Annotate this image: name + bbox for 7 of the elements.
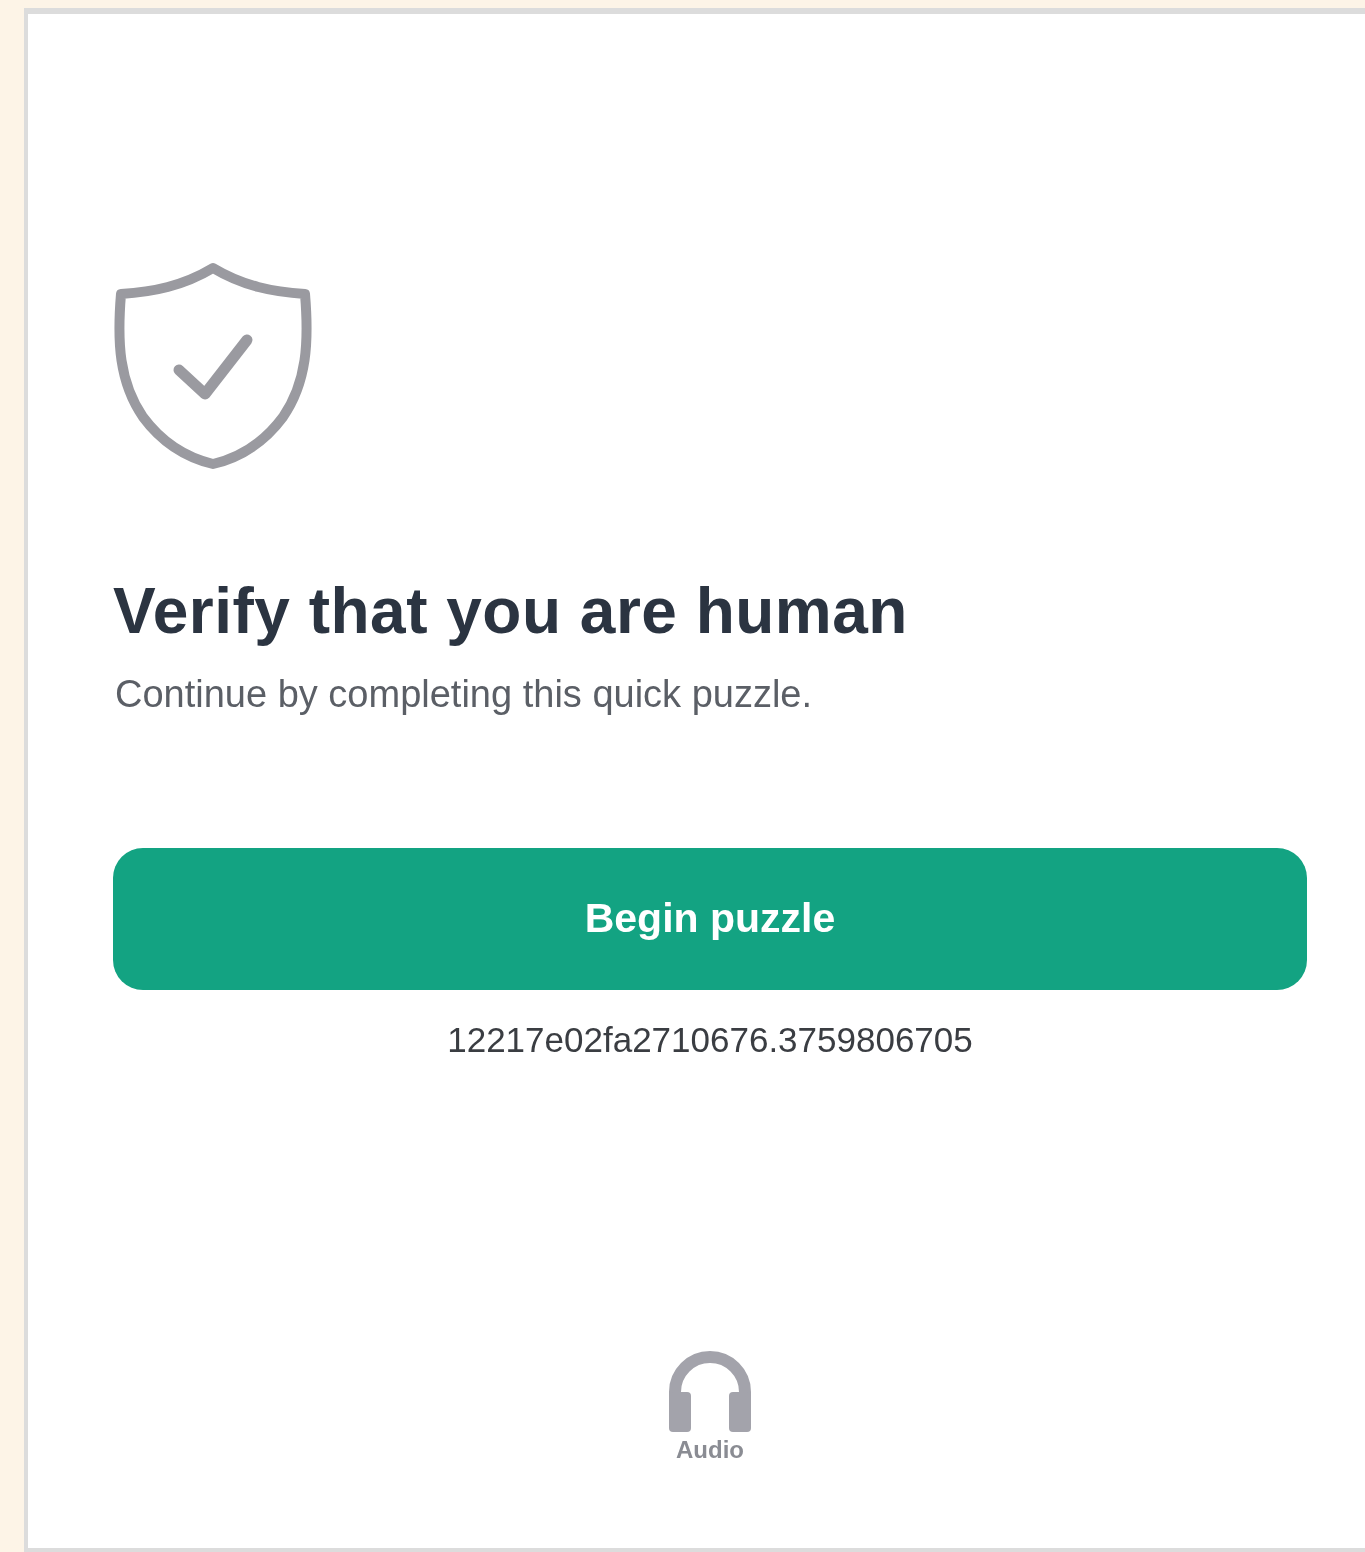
subtitle: Continue by completing this quick puzzle. xyxy=(115,672,814,718)
shield-check-icon xyxy=(113,262,313,470)
session-id: 12217e02fa2710676.3759806705 xyxy=(447,1020,973,1060)
begin-button[interactable]: Begin puzzle xyxy=(113,848,1307,990)
heading: Verify that you are human xyxy=(113,576,909,647)
audio-button[interactable]: Audio xyxy=(667,1350,753,1464)
headphones-icon xyxy=(667,1350,753,1432)
